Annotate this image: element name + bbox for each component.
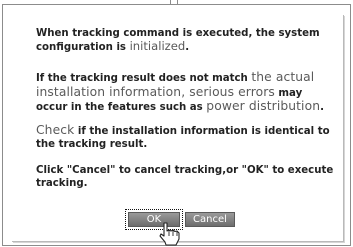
- mismatch-comma: ,: [181, 84, 190, 99]
- check-info-text: if the installation information is ident…: [36, 126, 330, 151]
- message-initialized: When tracking command is executed, the s…: [36, 27, 336, 55]
- highlight-initialized: initialized: [129, 39, 186, 54]
- mismatch-end: .: [320, 102, 324, 114]
- message-click-instructions: Click "Cancel" to cancel tracking,or "OK…: [36, 165, 334, 190]
- message-mismatch-warning: If the tracking result does not match th…: [36, 70, 336, 115]
- highlight-serious-errors: serious errors: [189, 84, 275, 99]
- tracking-confirm-dialog: When tracking command is executed, the s…: [11, 14, 343, 241]
- cancel-button[interactable]: Cancel: [185, 212, 235, 227]
- message-check-info: Check if the installation information is…: [36, 123, 336, 152]
- highlight-power-distribution: power distribution: [206, 99, 321, 114]
- mismatch-text-1: If the tracking result does not match: [36, 73, 252, 84]
- hand-pointer-icon: [159, 222, 180, 246]
- highlight-check: Check: [36, 123, 75, 137]
- message-initialized-end: .: [185, 42, 190, 54]
